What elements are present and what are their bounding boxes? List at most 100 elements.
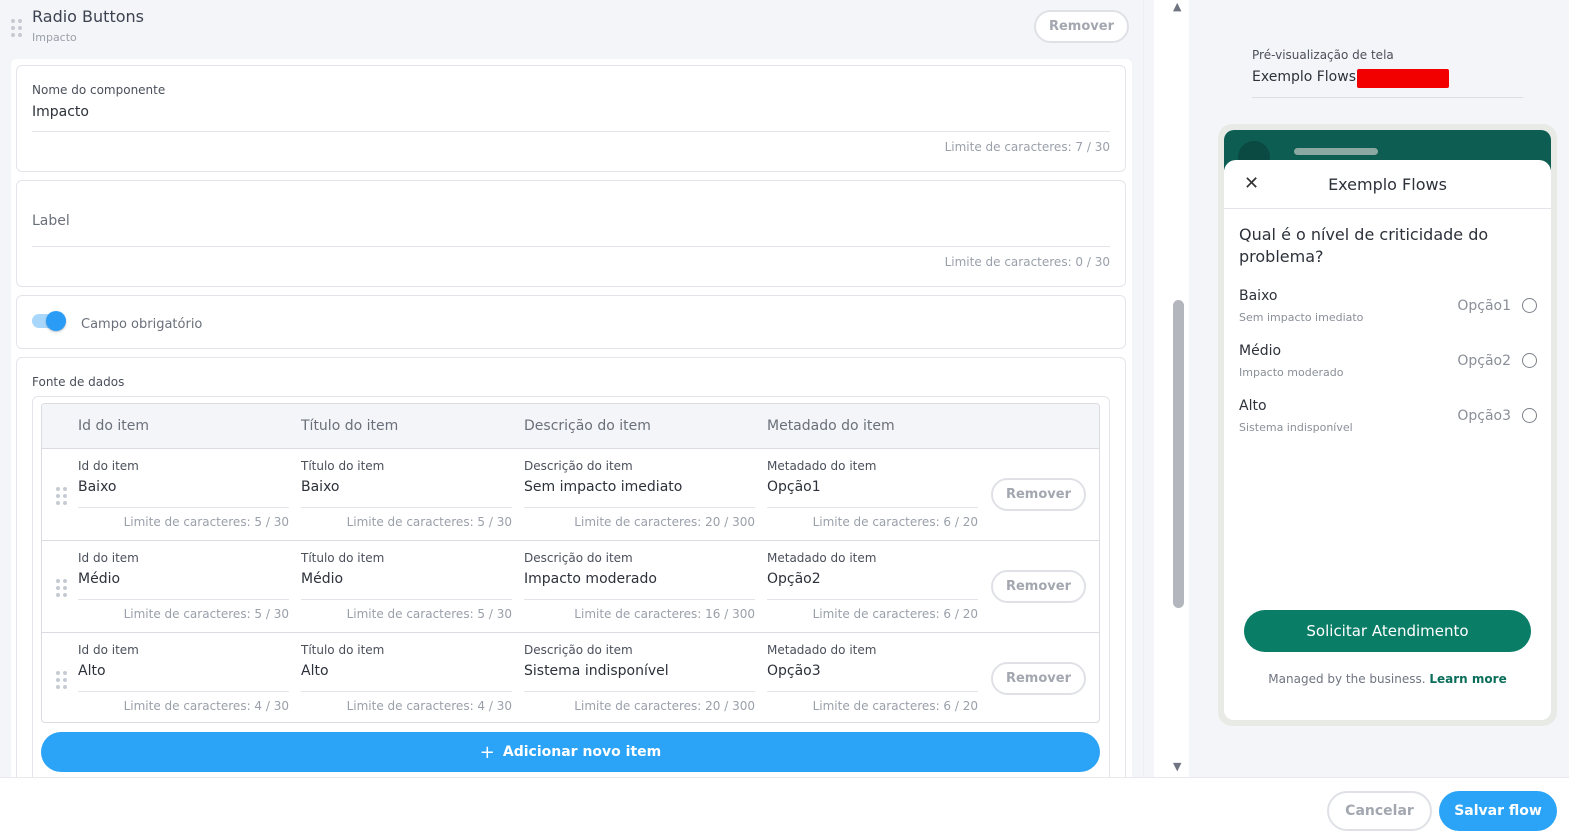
cell-metadata-limit: Limite de caracteres: 6 / 20 bbox=[812, 515, 978, 529]
save-flow-button[interactable]: Salvar flow bbox=[1439, 791, 1557, 831]
remove-row-button[interactable]: Remover bbox=[991, 662, 1086, 695]
cell-id-limit: Limite de caracteres: 5 / 30 bbox=[123, 515, 289, 529]
cell-title-label: Título do item bbox=[301, 459, 385, 473]
row-drag-handle-icon[interactable] bbox=[56, 487, 67, 505]
cell-title-label: Título do item bbox=[301, 643, 385, 657]
cell-underline bbox=[301, 691, 512, 692]
sheet-title: Exemplo Flows bbox=[1328, 175, 1447, 194]
cell-id-label: Id do item bbox=[78, 643, 139, 657]
cell-description-limit: Limite de caracteres: 20 / 300 bbox=[574, 515, 755, 529]
option-title: Alto bbox=[1239, 398, 1267, 414]
items-table: Id do item Título do item Descrição do i… bbox=[41, 403, 1100, 723]
component-title: Radio Buttons bbox=[32, 7, 144, 26]
cell-metadata-input[interactable]: Opção3 bbox=[767, 663, 821, 679]
cell-id-limit: Limite de caracteres: 5 / 30 bbox=[123, 607, 289, 621]
cell-underline bbox=[767, 691, 978, 692]
name-field-input[interactable]: Impacto bbox=[32, 104, 89, 120]
preview-label: Pré-visualização de tela bbox=[1252, 48, 1394, 62]
toggle-knob bbox=[46, 311, 66, 331]
required-toggle-label: Campo obrigatório bbox=[81, 317, 203, 332]
component-subtitle: Impacto bbox=[32, 31, 77, 44]
radio-option[interactable]: Alto Sistema indisponível Opção3 bbox=[1239, 398, 1537, 442]
option-title: Baixo bbox=[1239, 288, 1278, 304]
cell-metadata-limit: Limite de caracteres: 6 / 20 bbox=[812, 699, 978, 713]
option-description: Sistema indisponível bbox=[1239, 421, 1353, 434]
option-metadata: Opção3 bbox=[1457, 408, 1511, 424]
cell-underline bbox=[78, 691, 289, 692]
cell-id-input[interactable]: Médio bbox=[78, 571, 120, 587]
plus-icon: + bbox=[479, 741, 495, 763]
cell-underline bbox=[78, 599, 289, 600]
cell-title-input[interactable]: Alto bbox=[301, 663, 329, 679]
row-drag-handle-icon[interactable] bbox=[56, 671, 67, 689]
cell-underline bbox=[524, 691, 755, 692]
cell-metadata-label: Metadado do item bbox=[767, 459, 877, 473]
radio-option[interactable]: Médio Impacto moderado Opção2 bbox=[1239, 343, 1537, 387]
row-drag-handle-icon[interactable] bbox=[56, 579, 67, 597]
option-description: Impacto moderado bbox=[1239, 366, 1344, 379]
label-field-limit: Limite de caracteres: 0 / 30 bbox=[944, 255, 1110, 269]
cell-id-limit: Limite de caracteres: 4 / 30 bbox=[123, 699, 289, 713]
scroll-down-icon[interactable]: ▼ bbox=[1173, 760, 1181, 773]
cell-description-limit: Limite de caracteres: 20 / 300 bbox=[574, 699, 755, 713]
scroll-up-icon[interactable]: ▲ bbox=[1173, 0, 1181, 13]
cell-description-label: Descrição do item bbox=[524, 551, 633, 565]
label-field-underline bbox=[32, 246, 1110, 247]
component-editor: Radio Buttons Impacto Remover Nome do co… bbox=[0, 0, 1143, 777]
preview-divider bbox=[1252, 97, 1523, 98]
table-header: Id do item Título do item Descrição do i… bbox=[42, 404, 1099, 449]
editor-scrollbar: ▲ ▼ bbox=[1143, 0, 1189, 777]
scroll-thumb[interactable] bbox=[1173, 300, 1184, 608]
option-title: Médio bbox=[1239, 343, 1282, 359]
phone-frame: ✕ Exemplo Flows Qual é o nível de critic… bbox=[1218, 124, 1557, 726]
radio-circle-icon[interactable] bbox=[1522, 298, 1537, 313]
table-row: Id do item Alto Limite de caracteres: 4 … bbox=[42, 633, 1099, 722]
cell-underline bbox=[301, 507, 512, 508]
phone-screen: ✕ Exemplo Flows Qual é o nível de critic… bbox=[1224, 130, 1551, 720]
cell-metadata-limit: Limite de caracteres: 6 / 20 bbox=[812, 607, 978, 621]
request-support-button[interactable]: Solicitar Atendimento bbox=[1244, 610, 1531, 652]
redacted-block bbox=[1357, 69, 1449, 88]
option-description: Sem impacto imediato bbox=[1239, 311, 1364, 324]
cell-metadata-input[interactable]: Opção1 bbox=[767, 479, 821, 495]
remove-component-button[interactable]: Remover bbox=[1034, 10, 1129, 43]
cell-underline bbox=[524, 507, 755, 508]
cell-description-label: Descrição do item bbox=[524, 459, 633, 473]
name-field-label: Nome do componente bbox=[32, 83, 166, 97]
name-field-card: Nome do componente Impacto Limite de car… bbox=[16, 65, 1126, 172]
preview-title: Exemplo Flows bbox=[1252, 69, 1356, 85]
option-metadata: Opção2 bbox=[1457, 353, 1511, 369]
cell-metadata-input[interactable]: Opção2 bbox=[767, 571, 821, 587]
cell-underline bbox=[767, 507, 978, 508]
cell-id-input[interactable]: Baixo bbox=[78, 479, 117, 495]
cell-description-input[interactable]: Sem impacto imediato bbox=[524, 479, 682, 495]
name-field-underline bbox=[32, 131, 1110, 132]
learn-more-link[interactable]: Learn more bbox=[1429, 672, 1506, 686]
remove-row-button[interactable]: Remover bbox=[991, 570, 1086, 603]
cell-id-input[interactable]: Alto bbox=[78, 663, 106, 679]
cell-underline bbox=[78, 507, 289, 508]
add-item-label: Adicionar novo item bbox=[502, 744, 662, 760]
radio-circle-icon[interactable] bbox=[1522, 408, 1537, 423]
cell-description-input[interactable]: Impacto moderado bbox=[524, 571, 657, 587]
option-metadata: Opção1 bbox=[1457, 298, 1511, 314]
cell-title-input[interactable]: Baixo bbox=[301, 479, 340, 495]
add-item-button[interactable]: + Adicionar novo item bbox=[41, 732, 1100, 772]
cell-title-input[interactable]: Médio bbox=[301, 571, 343, 587]
remove-row-button[interactable]: Remover bbox=[991, 478, 1086, 511]
cancel-button[interactable]: Cancelar bbox=[1327, 791, 1432, 831]
cell-description-input[interactable]: Sistema indisponível bbox=[524, 663, 669, 679]
radio-circle-icon[interactable] bbox=[1522, 353, 1537, 368]
drag-handle-icon[interactable] bbox=[11, 19, 23, 37]
cell-id-label: Id do item bbox=[78, 459, 139, 473]
label-field-input[interactable]: Label bbox=[32, 213, 70, 229]
header-id: Id do item bbox=[78, 418, 149, 434]
cell-id-label: Id do item bbox=[78, 551, 139, 565]
name-field-limit: Limite de caracteres: 7 / 30 bbox=[944, 140, 1110, 154]
cell-underline bbox=[524, 599, 755, 600]
scroll-gutter bbox=[1144, 0, 1154, 777]
radio-option[interactable]: Baixo Sem impacto imediato Opção1 bbox=[1239, 288, 1537, 332]
cell-description-limit: Limite de caracteres: 16 / 300 bbox=[574, 607, 755, 621]
contact-name-placeholder bbox=[1294, 148, 1378, 155]
required-toggle[interactable] bbox=[32, 310, 66, 332]
